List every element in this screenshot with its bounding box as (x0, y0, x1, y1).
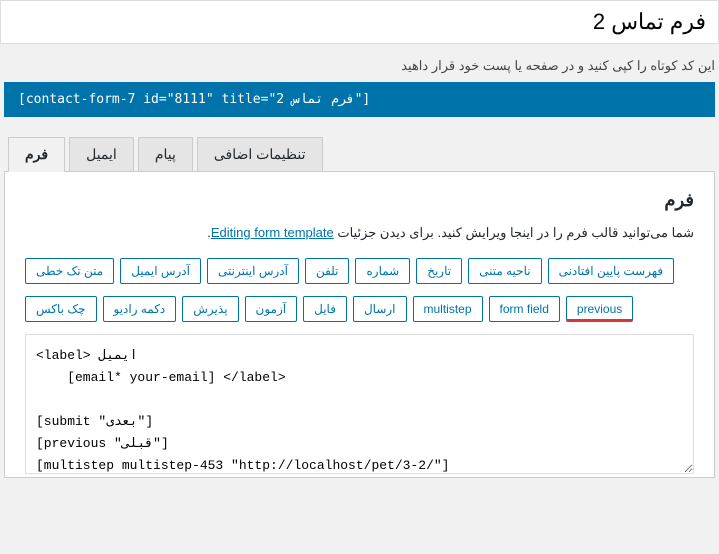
panel-heading: فرم (25, 190, 694, 211)
tab-تنظیمات اضافی[interactable]: تنظیمات اضافی (197, 137, 323, 171)
form-panel: فرم شما می‌توانید قالب فرم را در اینجا و… (4, 172, 715, 478)
tag-button-form-field[interactable]: form field (489, 296, 560, 322)
tag-button-تلفن[interactable]: تلفن (305, 258, 350, 284)
tag-button-ناحیه-متنی[interactable]: ناحیه متنی (468, 258, 541, 284)
tag-button-چک-باکس[interactable]: چک باکس (25, 296, 97, 322)
tag-button-دکمه-رادیو[interactable]: دکمه رادیو (103, 296, 177, 322)
tab-فرم[interactable]: فرم (8, 137, 65, 172)
editing-template-link[interactable]: Editing form template (211, 225, 334, 240)
tag-button-previous[interactable]: previous (566, 296, 633, 322)
shortcode-instruction: این کد کوتاه را کپی کنید و در صفحه یا پس… (4, 58, 715, 74)
tag-button-ارسال[interactable]: ارسال (353, 296, 407, 322)
tag-button-فایل[interactable]: فایل (303, 296, 347, 322)
tag-buttons-row-2: چک باکسدکمه رادیوپذیرش آزمونفایلارسالmult… (25, 296, 694, 322)
tab-پیام[interactable]: پیام (138, 137, 193, 171)
tag-button-آدرس-اینترنتی[interactable]: آدرس اینترنتی (207, 258, 299, 284)
tag-button-multistep[interactable]: multistep (413, 296, 483, 322)
tab-ایمیل[interactable]: ایمیل (69, 137, 134, 171)
tag-button-شماره[interactable]: شماره (355, 258, 410, 284)
tag-button-پذیرش[interactable]: پذیرش (182, 296, 238, 322)
panel-description: شما می‌توانید قالب فرم را در اینجا ویرای… (25, 223, 694, 244)
tag-button-متن-تک-خطی[interactable]: متن تک خطی (25, 258, 114, 284)
tag-button-تاریخ[interactable]: تاریخ (416, 258, 462, 284)
tag-buttons-row-1: متن تک خطیآدرس ایمیلآدرس اینترنتیتلفنشما… (25, 258, 694, 284)
form-title-input[interactable] (0, 0, 719, 44)
form-template-textarea[interactable] (25, 334, 694, 474)
shortcode-display[interactable]: [contact-form-7 id="8111" title="فرم تما… (4, 82, 715, 117)
tag-button-آزمون[interactable]: آزمون (245, 296, 298, 322)
tag-button-فهرست-پایین-افتادنی[interactable]: فهرست پایین افتادنی (548, 258, 675, 284)
editor-tabs: فرمایمیلپیامتنظیمات اضافی (4, 137, 715, 172)
tag-button-آدرس-ایمیل[interactable]: آدرس ایمیل (120, 258, 201, 284)
